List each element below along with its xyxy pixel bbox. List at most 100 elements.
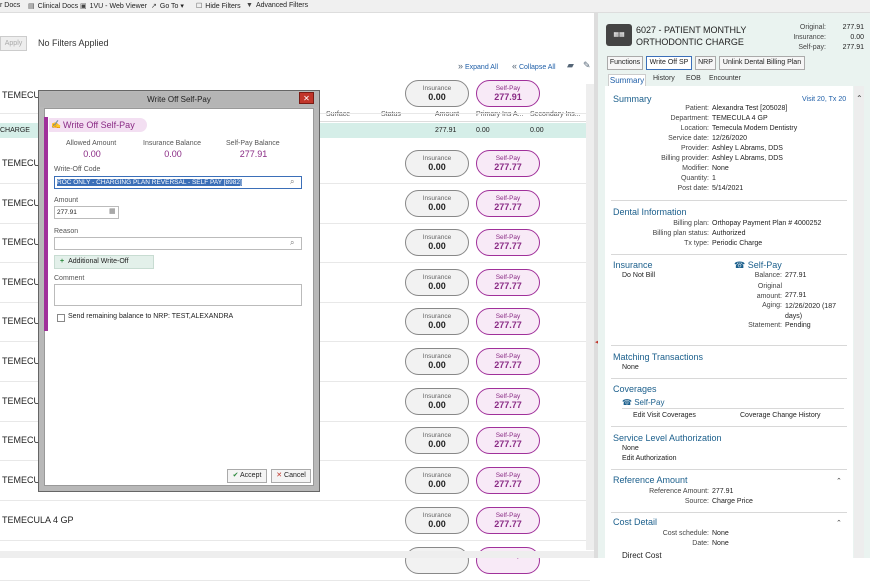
pill-label: Insurance [422,472,452,479]
reference-collapse-icon[interactable]: ⌃ [836,477,842,485]
reason-field[interactable] [54,237,302,250]
selfpay-balance-pill[interactable]: Self-Pay 277.77 [476,348,540,375]
insurance-value: 0.00 [850,34,864,41]
apply-button[interactable]: Apply [0,36,27,51]
summary-field-label: Department: [670,115,709,122]
nrp-button[interactable]: NRP [695,56,716,70]
insurance-balance-pill[interactable]: Insurance 0.00 [405,190,469,217]
cost-collapse-icon[interactable]: ⌃ [836,519,842,527]
summary-field-value: TEMECULA 4 GP [712,115,768,122]
send-nrp-checkbox[interactable] [57,314,65,322]
selfpay-balance-pill[interactable]: Self-Pay 277.77 [476,269,540,296]
cancel-button[interactable]: ✕ Cancel [271,469,311,483]
original-amount-value: 277.91 [785,292,807,299]
write-off-code-field[interactable]: ROC ONLY - CHARGING PLAN REVERSAL - SELF… [54,176,302,189]
toolbar-clinical-docs[interactable]: ▤ Clinical Docs [28,2,78,10]
selfpay-balance-pill[interactable]: Self-Pay 277.77 [476,507,540,534]
selfpay-balance-pill[interactable]: Self-Pay 277.77 [476,190,540,217]
calculator-icon[interactable]: ▦ [109,207,116,215]
insurance-balance-pill[interactable]: Insurance 0.00 [405,427,469,454]
functions-button[interactable]: Functions [607,56,643,70]
list-scrollbar[interactable] [586,84,594,550]
selfpay-balance-pill[interactable]: Self-Pay 277.77 [476,308,540,335]
insurance-balance-pill[interactable]: Insurance 0.00 [405,348,469,375]
pill-value: 277.77 [494,320,522,330]
insurance-balance-pill[interactable]: Insurance 0.00 [405,269,469,296]
charge-row-amount: 277.91 [435,127,457,134]
viewer-icon: ▣ [80,3,87,10]
toolbar-docs[interactable]: r Docs [0,2,20,9]
expand-icon: » [458,61,464,71]
unlink-plan-button[interactable]: Unlink Dental Billing Plan [719,56,805,70]
visit-row[interactable]: InsuranceSelf-Pay [0,541,590,581]
dialog-title-bar[interactable]: Write Off Self-Pay [40,92,318,107]
toolbar-web-viewer[interactable]: ▣ 1VU - Web Viewer [80,2,147,10]
selfpay-balance-pill[interactable]: Self-Pay 277.77 [476,388,540,415]
visit-row[interactable]: TEMECULA 4 GP Insurance 0.00 Self-Pay 277.77 [0,501,590,541]
statement-label: Statement: [748,322,782,329]
divider [611,345,847,346]
accept-button[interactable]: ✔ Accept [227,469,267,483]
dental-info-title: Dental Information [613,207,687,217]
divider [611,426,847,427]
expand-all-link[interactable]: » Expand All [458,61,498,71]
original-value: 277.91 [842,24,864,31]
insurance-balance-pill[interactable]: Insurance 0.00 [405,229,469,256]
reference-title: Reference Amount [613,475,688,485]
selfpay-balance-pill[interactable]: Self-Pay 277.77 [476,229,540,256]
insurance-balance-pill[interactable]: Insurance 0.00 [405,467,469,494]
wrench-icon[interactable]: ✎ [583,60,591,71]
tab-summary[interactable]: Summary [608,74,646,86]
summary-collapse-icon[interactable]: ⌃ [856,94,863,103]
accept-label: Accept [240,472,262,479]
search-icon[interactable]: ⌕ [290,177,294,187]
coverage-history-link[interactable]: Coverage Change History [740,412,821,419]
toolbar-advanced-filters[interactable]: ▼ Advanced Filters [246,2,308,9]
pill-label: Self-Pay [495,155,521,162]
tab-history[interactable]: History [653,75,675,82]
insurance-balance-pill[interactable]: Insurance 0.00 [405,80,469,107]
divider [611,512,847,513]
pill-value: 277.77 [494,360,522,370]
selfpay-label: Self-pay: [798,44,826,51]
selfpay-balance-pill[interactable]: Self-Pay 277.77 [476,427,540,454]
comment-field[interactable] [54,284,302,306]
selfpay-balance-pill[interactable]: Self-Pay 277.77 [476,467,540,494]
selfpay-balance-value: 277.91 [239,149,268,159]
list-horizontal-scrollbar[interactable] [0,551,594,558]
reason-search-icon[interactable]: ⌕ [290,238,294,248]
toolbar-advanced-filters-label: Advanced Filters [255,2,309,9]
write-off-sp-button[interactable]: Write Off SP [646,56,692,70]
billing-plan-link[interactable]: Orthopay Payment Plan # 4000252 [712,220,821,227]
pill-value: 0.00 [428,320,446,330]
truck-icon[interactable]: ▰ [567,60,574,71]
visit-row-label: TEMECULA 4 GP [2,515,74,525]
tab-eob[interactable]: EOB [686,75,701,82]
additional-write-off-button[interactable]: + Additional Write-Off [54,255,154,269]
selfpay-balance-pill[interactable]: Self-Pay 277.91 [476,80,540,107]
dialog-close-button[interactable]: ✕ [299,92,314,104]
pill-label: Self-Pay [495,353,521,360]
divider [611,254,847,255]
charge-title: 6027 - PATIENT MONTHLY ORTHODONTIC CHARG… [636,25,747,47]
toolbar-hide-filters[interactable]: ☐ Hide Filters [196,2,241,10]
tab-encounter[interactable]: Encounter [709,75,741,82]
pill-label: Self-Pay [495,393,521,400]
insurance-balance-pill[interactable]: Insurance 0.00 [405,507,469,534]
toolbar-goto[interactable]: ↗ Go To ▾ [151,2,184,10]
selfpay-section: ☎ Self-Pay [734,260,782,271]
edit-visit-coverages-link[interactable]: Edit Visit Coverages [633,412,696,419]
summary-scrollbar[interactable] [854,86,864,558]
collapse-all-link[interactable]: « Collapse All [512,61,556,71]
pill-value: 277.77 [494,241,522,251]
insurance-balance-pill[interactable]: Insurance 0.00 [405,308,469,335]
edit-authorization-link[interactable]: Edit Authorization [622,455,676,462]
send-nrp-label: Send remaining balance to NRP: TEST,ALEX… [68,313,234,320]
selfpay-balance-pill[interactable]: Self-Pay 277.77 [476,150,540,177]
write-off-code-label: Write-Off Code [54,166,101,173]
divider [611,469,847,470]
insurance-title: Insurance [613,260,653,270]
goto-icon: ↗ [151,3,157,10]
insurance-balance-pill[interactable]: Insurance 0.00 [405,388,469,415]
insurance-balance-pill[interactable]: Insurance 0.00 [405,150,469,177]
